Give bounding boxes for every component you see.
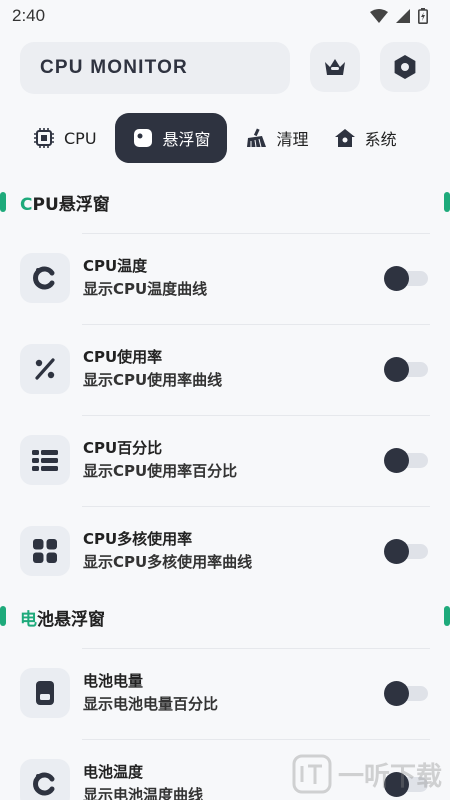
battery-icon (418, 8, 428, 24)
item-title: CPU多核使用率 (83, 530, 193, 548)
section-marker-left (0, 192, 6, 212)
title-box: CPU MONITOR (20, 42, 290, 94)
section-title-battery: 电池悬浮窗 (20, 605, 105, 630)
tab-system-label: 系统 (364, 130, 397, 149)
bar-grid-icon (20, 435, 70, 485)
section-marker-right (444, 606, 450, 626)
house-icon (333, 126, 357, 150)
item-subtitle: 显示电池电量百分比 (83, 695, 219, 713)
watermark: 一听下载 (292, 754, 442, 794)
tab-system[interactable]: 系统 (321, 113, 409, 163)
section-title-rest: PU悬浮窗 (32, 195, 110, 215)
toggle-cpu-multicore[interactable] (384, 539, 428, 564)
percent-icon (20, 344, 70, 394)
toggle-cpu-usage[interactable] (384, 357, 428, 382)
item-subtitle: 显示CPU使用率曲线 (83, 371, 223, 389)
status-bar: 2:40 (0, 0, 450, 32)
c-letter-icon (20, 253, 70, 303)
battery-card-icon (20, 668, 70, 718)
item-title: CPU温度 (83, 257, 148, 275)
divider (82, 739, 430, 740)
gear-icon (394, 55, 416, 79)
broom-icon (245, 126, 269, 150)
app-title: CPU MONITOR (40, 57, 188, 78)
tab-float-window[interactable]: 悬浮窗 (114, 113, 227, 163)
item-title: CPU使用率 (83, 348, 163, 366)
four-squares-icon (20, 526, 70, 576)
watermark-text: 一听下载 (337, 761, 442, 792)
divider (82, 233, 430, 234)
item-subtitle: 显示CPU多核使用率曲线 (83, 553, 253, 571)
list-item-cpu-temperature: CPU温度 显示CPU温度曲线 (20, 233, 430, 323)
section-marker-right (444, 192, 450, 212)
divider (82, 415, 430, 416)
status-time: 2:40 (12, 6, 46, 25)
tab-cpu-label: CPU (64, 128, 97, 148)
settings-button[interactable] (380, 42, 430, 92)
item-title: 电池电量 (83, 672, 144, 690)
status-icons (370, 8, 428, 24)
section-marker-left (0, 606, 6, 626)
item-subtitle: 显示CPU使用率百分比 (83, 462, 238, 480)
item-title: CPU百分比 (83, 439, 163, 457)
crown-icon (325, 59, 345, 75)
list-item-cpu-percent: CPU百分比 显示CPU使用率百分比 (20, 415, 430, 505)
item-subtitle: 显示CPU温度曲线 (83, 280, 208, 298)
c-letter-icon (20, 759, 70, 800)
wifi-icon (370, 9, 388, 23)
list-item-battery-level: 电池电量 显示电池电量百分比 (20, 648, 430, 738)
tab-float-window-label: 悬浮窗 (162, 130, 211, 149)
list-item-cpu-usage: CPU使用率 显示CPU使用率曲线 (20, 324, 430, 414)
tab-clean-label: 清理 (276, 130, 309, 149)
divider (82, 648, 430, 649)
divider (82, 506, 430, 507)
section-title-rest: 池悬浮窗 (37, 610, 105, 630)
crown-button[interactable] (310, 42, 360, 92)
toggle-battery-level[interactable] (384, 681, 428, 706)
tab-clean[interactable]: 清理 (233, 113, 321, 163)
float-window-icon (131, 126, 155, 150)
section-title-cpu: CPU悬浮窗 (20, 190, 110, 215)
toggle-cpu-temperature[interactable] (384, 266, 428, 291)
divider (82, 324, 430, 325)
signal-icon (396, 9, 410, 23)
chip-icon (32, 126, 56, 150)
section-accent-letter: 电 (20, 610, 37, 630)
app-header: CPU MONITOR (20, 42, 430, 94)
watermark-logo-icon (292, 754, 332, 794)
list-item-cpu-multicore: CPU多核使用率 显示CPU多核使用率曲线 (20, 506, 430, 596)
tab-cpu[interactable]: CPU (20, 113, 109, 163)
tab-bar: CPU 悬浮窗 清理 系统 (20, 112, 444, 164)
section-accent-letter: C (20, 195, 33, 215)
toggle-cpu-percent[interactable] (384, 448, 428, 473)
